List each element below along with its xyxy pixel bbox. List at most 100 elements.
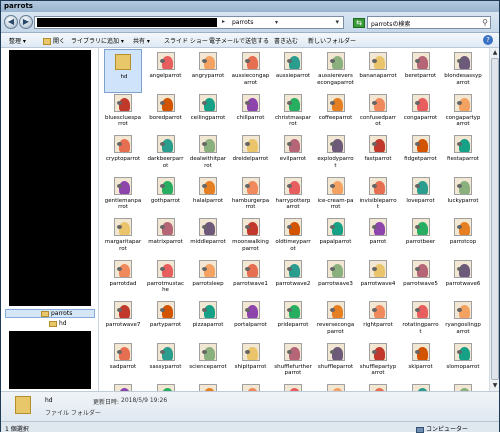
file-item[interactable]: margaritaparrot: [104, 215, 142, 259]
file-item[interactable]: parrot: [359, 215, 397, 259]
chevron-down-icon[interactable]: ▾: [275, 19, 278, 26]
file-item[interactable]: explodyparrot: [317, 132, 355, 176]
nav-item-hd[interactable]: hd: [49, 320, 67, 327]
file-item[interactable]: aussiecongaparrot: [232, 49, 270, 93]
help-icon[interactable]: ?: [483, 35, 493, 45]
file-item[interactable]: aussiereversecongaparrot: [317, 49, 355, 93]
refresh-button[interactable]: ⇆: [353, 18, 365, 28]
file-item[interactable]: confusedparrot: [359, 91, 397, 135]
add-to-library-button[interactable]: ライブラリに追加 ▾: [71, 36, 124, 45]
file-item[interactable]: parrotbeer: [402, 215, 440, 259]
breadcrumb-parrots[interactable]: parrots: [232, 19, 253, 26]
file-item[interactable]: halalparrot: [189, 174, 227, 218]
file-item[interactable]: fidgetparrot: [402, 132, 440, 176]
file-item[interactable]: shuffleparrot: [317, 340, 355, 384]
new-folder-button[interactable]: 新しいフォルダー: [308, 36, 356, 45]
file-item[interactable]: angelparrot: [147, 49, 185, 93]
file-item[interactable]: parrotwave4: [359, 257, 397, 301]
file-item[interactable]: skiparrot: [402, 340, 440, 384]
file-item[interactable]: cryptoparrot: [104, 132, 142, 176]
file-item[interactable]: reversecongaparrot: [317, 298, 355, 342]
scroll-up-icon[interactable]: ▲: [491, 49, 499, 57]
file-item[interactable]: parrotwave7: [104, 298, 142, 342]
email-button[interactable]: 電子メールで送信する: [209, 36, 269, 45]
open-button[interactable]: 開く: [43, 36, 65, 45]
file-item[interactable]: papalparrot: [317, 215, 355, 259]
slideshow-button[interactable]: スライド ショー: [164, 36, 208, 45]
scroll-thumb[interactable]: [491, 58, 499, 380]
burn-button[interactable]: 書き込む: [274, 36, 298, 45]
file-item[interactable]: angryparrot: [189, 49, 227, 93]
file-item[interactable]: darkbeerparrot: [147, 132, 185, 176]
file-item[interactable]: chillparrot: [232, 91, 270, 135]
file-item[interactable]: parrotcop: [444, 215, 482, 259]
file-item[interactable]: parrotwave3: [317, 257, 355, 301]
parrot-beak: [329, 142, 335, 146]
file-item[interactable]: matrixparrot: [147, 215, 185, 259]
file-item[interactable]: parrotwave5: [402, 257, 440, 301]
file-item[interactable]: dealwithitparrot: [189, 132, 227, 176]
vertical-scrollbar[interactable]: ▲ ▼: [489, 48, 499, 391]
file-item[interactable]: luckyparrot: [444, 174, 482, 218]
file-item[interactable]: sassyparrot: [147, 340, 185, 384]
file-item[interactable]: ceilingparrot: [189, 91, 227, 135]
file-item[interactable]: aussieparrot: [274, 49, 312, 93]
file-item[interactable]: gothparrot: [147, 174, 185, 218]
share-button[interactable]: 共有 ▾: [133, 36, 150, 45]
file-item[interactable]: hamburgerparrot: [232, 174, 270, 218]
file-item[interactable]: partyparrot: [147, 298, 185, 342]
search-input[interactable]: parrotsの検索 ⚲: [367, 16, 491, 29]
file-item[interactable]: ice-cream-parrot: [317, 174, 355, 218]
file-item[interactable]: blondesassyparrot: [444, 49, 482, 93]
file-item[interactable]: coffeeparrot: [317, 91, 355, 135]
file-item[interactable]: prideparrot: [274, 298, 312, 342]
file-item[interactable]: slomoparrot: [444, 340, 482, 384]
file-item[interactable]: parrotwave2: [274, 257, 312, 301]
file-item[interactable]: shufflefurtherparrot: [274, 340, 312, 384]
file-item[interactable]: bluescluesparrot: [104, 91, 142, 135]
file-item[interactable]: fiestaparrot: [444, 132, 482, 176]
file-item[interactable]: congaparrot: [402, 91, 440, 135]
file-item[interactable]: fastparrot: [359, 132, 397, 176]
parrot-beak: [117, 308, 122, 312]
file-item[interactable]: parrotsleep: [189, 257, 227, 301]
parrot-body: [416, 97, 428, 111]
file-item[interactable]: evilparrot: [274, 132, 312, 176]
file-item[interactable]: ryangoslingparrot: [444, 298, 482, 342]
file-item[interactable]: rightparrot: [359, 298, 397, 342]
file-item[interactable]: parrotdad: [104, 257, 142, 301]
file-item[interactable]: invisibleparrot: [359, 174, 397, 218]
file-item[interactable]: congapartyparrot: [444, 91, 482, 135]
file-item[interactable]: loveparrot: [402, 174, 440, 218]
file-item[interactable]: portalparrot: [232, 298, 270, 342]
file-item[interactable]: sadparrot: [104, 340, 142, 384]
folder-item-hd[interactable]: hd: [104, 49, 142, 93]
address-bar[interactable]: ▸ parrots ▾ ▾: [34, 16, 344, 29]
file-item[interactable]: harrypotterparrot: [274, 174, 312, 218]
file-item[interactable]: gentlemanparrot: [104, 174, 142, 218]
file-item[interactable]: parrotwave6: [444, 257, 482, 301]
file-item[interactable]: shipitparrot: [232, 340, 270, 384]
parrot-beak: [159, 225, 165, 229]
forward-button[interactable]: ▶: [19, 15, 33, 29]
file-item[interactable]: scienceparrot: [189, 340, 227, 384]
back-button[interactable]: ◀: [4, 15, 18, 29]
address-history-dropdown[interactable]: ▾: [335, 18, 339, 26]
file-item[interactable]: dreidelparrot: [232, 132, 270, 176]
file-item[interactable]: parrotmustache: [147, 257, 185, 301]
file-item[interactable]: pizzaparrot: [189, 298, 227, 342]
file-item[interactable]: moonwalkingparrot: [232, 215, 270, 259]
file-item[interactable]: rotatingparrot: [402, 298, 440, 342]
parrot-thumbnail-icon: [199, 342, 217, 361]
file-item[interactable]: middleparrot: [189, 215, 227, 259]
file-item[interactable]: beretparrot: [402, 49, 440, 93]
file-item[interactable]: bananaparrot: [359, 49, 397, 93]
file-item[interactable]: oldtimeyparrot: [274, 215, 312, 259]
file-item[interactable]: christmasparrot: [274, 91, 312, 135]
nav-item-parrots[interactable]: parrots: [41, 310, 72, 317]
file-item[interactable]: shufflepartyparrot: [359, 340, 397, 384]
scroll-down-icon[interactable]: ▼: [491, 382, 499, 390]
file-item[interactable]: parrotwave1: [232, 257, 270, 301]
organize-button[interactable]: 整理 ▾: [9, 36, 26, 45]
file-item[interactable]: boredparrot: [147, 91, 185, 135]
